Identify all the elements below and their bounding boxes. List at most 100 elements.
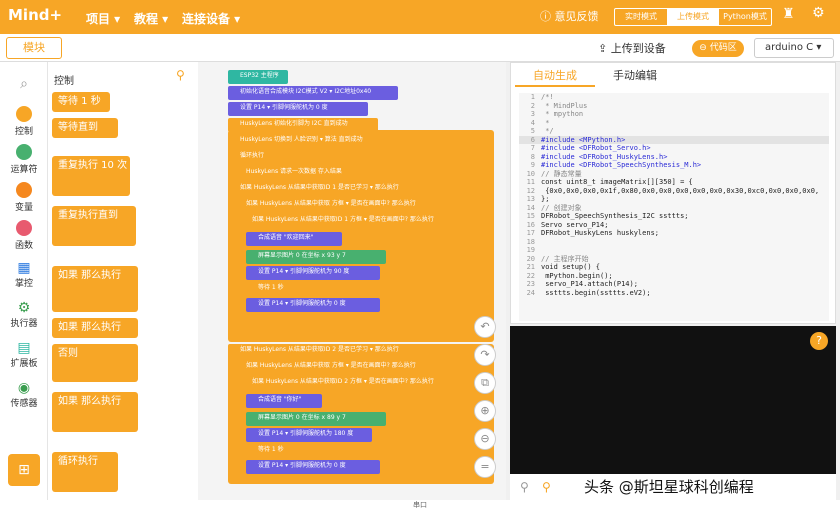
code-text: // 主程序开始	[541, 254, 589, 263]
code-line: 11 const uint8_t imageMatrix[][350] = {	[519, 178, 829, 187]
category-actuator[interactable]: ⚙ 执行器	[0, 300, 48, 329]
board-select[interactable]: arduino C ▾	[754, 38, 834, 58]
code-line: 2 * MindPlus	[519, 102, 829, 111]
settings-icon[interactable]: ⚙	[812, 5, 825, 21]
workspace-block[interactable]: 等待 1 秒	[246, 444, 284, 458]
feedback-link[interactable]: ⓘ 意见反馈	[540, 8, 599, 24]
zoom-out-icon[interactable]: ⊖	[474, 428, 496, 450]
workspace-block[interactable]: 合成语音 "你好"	[246, 394, 322, 408]
workspace-block[interactable]: 屏幕显示图片 0 在坐标 x 93 y 7	[246, 250, 386, 264]
code-text: * MindPlus	[541, 101, 588, 110]
code-text: #include <DFRobot_SpeechSynthesis_M.h>	[541, 161, 702, 169]
workspace-block[interactable]: 如果 HuskyLens 从结果中获取ID 2 是否已学习 ▾ 那么执行	[228, 344, 448, 358]
code-line: 5 */	[519, 127, 829, 136]
workspace-block[interactable]: HuskyLens 切换到 人脸识别 ▾ 算法 直到成功	[228, 134, 398, 148]
mode-python[interactable]: Python模式	[719, 9, 771, 25]
workspace-block[interactable]: 如果 HuskyLens 从结果中获取ID 1 是否已学习 ▾ 那么执行	[228, 182, 448, 196]
category-label: 控制	[14, 127, 33, 137]
search-icon[interactable]: ⌕	[0, 76, 48, 92]
category-functions[interactable]: 函数	[0, 220, 48, 251]
block-workspace[interactable]: ESP32 主程序初始化语音合成模块 I2C模式 V2 ▾ I2C地址0x40 设…	[198, 62, 506, 500]
usb-connect-icon[interactable]: ⚲	[542, 480, 551, 494]
code-line: 9 #include <DFRobot_SpeechSynthesis_M.h>	[519, 161, 829, 170]
code-view[interactable]: 1/*! 2 * MindPlus 3 * mpython 4 * 5 */6 #incl…	[519, 93, 829, 321]
redo-icon[interactable]: ↷	[474, 344, 496, 366]
workspace-block[interactable]: 循环执行	[228, 150, 278, 164]
line-number: 13	[526, 195, 535, 203]
code-line: 6 #include <MPython.h>	[519, 135, 829, 144]
workspace-block[interactable]: 设置 P14 ▾ 引脚伺服舵机为 0 度	[246, 460, 380, 474]
mode-realtime[interactable]: 实时模式	[615, 9, 667, 25]
line-number: 10	[526, 169, 535, 178]
code-text: Servo servo_P14;	[541, 220, 609, 229]
code-zone-button[interactable]: ⊖ 代码区	[692, 40, 744, 57]
code-line: 17 DFRobot_HuskyLens huskylens;	[519, 229, 829, 238]
palette-block-repeat-until[interactable]: 重复执行直到	[52, 206, 136, 246]
tab-auto-generate[interactable]: 自动生成	[515, 65, 595, 87]
workspace-block[interactable]: 合成语音 "欢迎回来"	[246, 232, 342, 246]
workspace-block[interactable]: 初始化语音合成模块 I2C模式 V2 ▾ I2C地址0x40	[228, 86, 398, 100]
palette-block-wait[interactable]: 等待 1 秒	[52, 92, 110, 112]
code-text: *	[541, 118, 550, 127]
palette-block-if-2[interactable]: 如果 那么执行	[52, 392, 138, 432]
reset-zoom-icon[interactable]: =	[474, 456, 496, 478]
palette-block-else[interactable]: 否则	[52, 344, 138, 382]
secondary-toolbar: 模块 ⇪ 上传到设备 ⊖ 代码区 arduino C ▾	[0, 34, 840, 62]
category-expansion[interactable]: ▤ 扩展板	[0, 340, 48, 369]
menu-project[interactable]: 项目 ▾	[86, 10, 120, 27]
mode-upload[interactable]: 上传模式	[667, 9, 719, 25]
extensions-icon[interactable]: ⊞	[8, 454, 40, 486]
usb-icon[interactable]: ⚲	[520, 480, 529, 494]
workspace-block[interactable]: 屏幕显示图片 0 在坐标 x 89 y 7	[246, 412, 386, 426]
workspace-block[interactable]: 等待 1 秒	[246, 282, 284, 296]
palette-block-forever[interactable]: 循环执行	[52, 452, 118, 492]
workspace-block[interactable]: 如果 HuskyLens 从结果中获取 方框 ▾ 是否在画面中? 那么执行	[234, 360, 454, 374]
code-zone-label: 代码区	[709, 43, 737, 53]
code-panel: 自动生成 手动编辑 1/*! 2 * MindPlus 3 * mpython 4 *…	[510, 62, 836, 324]
code-line: 8 #include <DFRobot_HuskyLens.h>	[519, 153, 829, 162]
workspace-block[interactable]: 设置 P14 ▾ 引脚伺服舵机为 180 度	[246, 428, 372, 442]
category-label: 变量	[14, 203, 33, 213]
line-number: 11	[526, 178, 535, 186]
tab-manual-edit[interactable]: 手动编辑	[595, 65, 675, 87]
feedback-label: 意见反馈	[554, 10, 599, 23]
code-text: servo_P14.attach(P14);	[541, 280, 638, 288]
undo-icon[interactable]: ↶	[474, 316, 496, 338]
status-bar: 串口	[0, 500, 840, 510]
workspace-block[interactable]: ESP32 主程序	[228, 70, 288, 84]
category-operators[interactable]: 运算符	[0, 144, 48, 175]
workspace-block[interactable]: 如果 HuskyLens 从结果中获取 方框 ▾ 是否在画面中? 那么执行	[234, 198, 454, 212]
category-control[interactable]: 控制	[0, 106, 48, 137]
robot-icon[interactable]: ♜	[782, 6, 795, 22]
workspace-block[interactable]: 如果 HuskyLens 从结果中获取ID 1 方框 ▾ 是否在画面中? 那么执…	[240, 214, 490, 228]
pin-icon[interactable]: ⚲	[176, 68, 185, 82]
workspace-block[interactable]: 设置 P14 ▾ 引脚伺服舵机为 0 度	[246, 298, 380, 312]
category-sensor[interactable]: ◉ 传感器	[0, 380, 48, 409]
zoom-in-icon[interactable]: ⊕	[474, 400, 496, 422]
code-line: 3 * mpython	[519, 110, 829, 119]
help-icon[interactable]: ?	[810, 332, 828, 350]
palette-block-if[interactable]: 如果 那么执行	[52, 266, 138, 312]
category-variables[interactable]: 变量	[0, 182, 48, 213]
workspace-block[interactable]: 设置 P14 ▾ 引脚伺服舵机为 90 度	[246, 266, 380, 280]
workspace-block[interactable]: HuskyLens 请求一次数据 存入结果	[234, 166, 374, 180]
crop-icon[interactable]: ⧉	[474, 372, 496, 394]
line-number: 24	[526, 288, 535, 297]
menu-connect[interactable]: 连接设备 ▾	[182, 10, 240, 27]
workspace-block[interactable]: 设置 P14 ▾ 引脚伺服舵机为 0 度	[228, 102, 368, 116]
board-icon: ▤	[17, 340, 31, 356]
palette-block-repeat[interactable]: 重复执行 10 次	[52, 156, 130, 196]
category-board[interactable]: ▦ 掌控	[0, 260, 48, 289]
category-dot	[16, 220, 32, 236]
workspace-block[interactable]: HuskyLens 初始化引脚为 I2C 直到成功	[228, 118, 378, 132]
menu-tutorial[interactable]: 教程 ▾	[134, 10, 168, 27]
serial-terminal[interactable]: ?	[510, 326, 836, 474]
palette-block-wait-until[interactable]: 等待直到	[52, 118, 118, 138]
workspace-block[interactable]: 如果 HuskyLens 从结果中获取ID 2 方框 ▾ 是否在画面中? 那么执…	[240, 376, 490, 390]
code-text: * mpython	[541, 110, 584, 118]
palette-block-if-else[interactable]: 如果 那么执行	[52, 318, 138, 338]
line-number: 17	[526, 229, 535, 237]
module-tab[interactable]: 模块	[6, 37, 62, 59]
upload-button[interactable]: ⇪ 上传到设备	[598, 40, 666, 56]
code-text: #include <DFRobot_Servo.h>	[541, 144, 651, 152]
